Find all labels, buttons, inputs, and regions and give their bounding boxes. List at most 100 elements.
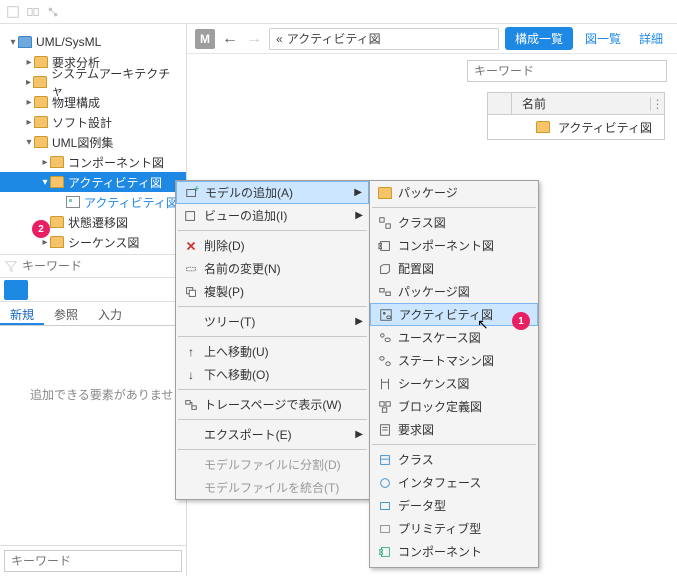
structure-list-button[interactable]: 構成一覧 [505,27,573,50]
ctx-export[interactable]: エクスポート(E)▶ [176,423,369,446]
ctx-tree[interactable]: ツリー(T)▶ [176,310,369,333]
svg-text:+: + [194,186,199,195]
ctx-add-model[interactable]: +モデルの追加(A)▶ [176,181,369,204]
sub-primitive[interactable]: プリミティブ型 [370,517,538,540]
tab-reference[interactable]: 参照 [44,302,88,325]
callout-badge-2: 2 [32,220,50,238]
crumb-prefix: « [276,32,283,46]
tree-item[interactable]: アクティビティ図 [0,192,186,212]
crumb-text: アクティビティ図 [287,30,381,47]
sub-sequence-diagram[interactable]: シーケンス図 [370,372,538,395]
tree-label: ソフト設計 [52,114,112,131]
sub-deployment-diagram[interactable]: 配置図 [370,257,538,280]
sub-component-diagram[interactable]: コンポーネント図 [370,234,538,257]
tree-item[interactable]: ▾UML図例集 [0,132,186,152]
sub-requirement-diagram[interactable]: 要求図 [370,418,538,441]
sub-package[interactable]: パッケージ [370,181,538,204]
folder-icon [536,121,550,133]
sub-package-diagram[interactable]: パッケージ図 [370,280,538,303]
tree-item-selected[interactable]: ▾ アクティビティ図 [0,172,186,192]
nav-back-icon[interactable]: ← [221,30,239,48]
diagram-icon [376,354,394,368]
tree-root[interactable]: ▾ UML/SysML [0,32,186,52]
content-search-row [187,54,677,92]
folder-icon [33,76,47,88]
expand-icon[interactable]: ▸ [24,77,34,88]
bottom-search-input[interactable] [4,550,182,572]
separator [178,306,367,307]
sub-class-diagram[interactable]: クラス図 [370,211,538,234]
tab-input[interactable]: 入力 [88,302,132,325]
ctx-move-down[interactable]: ↓下へ移動(O) [176,363,369,386]
panel-tab-icon[interactable] [4,280,28,300]
table-menu-icon[interactable]: ⋮ [650,97,664,111]
left-panel: ▾UML/SysML ▸要求分析 ▸システムアーキテクチャ ▸物理構成 ▸ソフト… [0,24,187,576]
panel-view-switch [0,278,186,302]
tree-item[interactable]: ▸シーケンス図 [0,232,186,252]
detail-button[interactable]: 詳細 [633,27,669,50]
ctx-duplicate[interactable]: 複製(P) [176,280,369,303]
submenu-arrow-icon: ▶ [355,316,363,327]
sub-statemachine-diagram[interactable]: ステートマシン図 [370,349,538,372]
ctx-move-up[interactable]: ↑上へ移動(U) [176,340,369,363]
table-header: 名前 ⋮ [488,93,664,115]
model-badge-icon: M [195,29,215,49]
expand-icon[interactable]: ▸ [40,157,50,168]
tree-item[interactable]: ▸ ソフト設計 [0,112,186,132]
ctx-add-view[interactable]: ビューの追加(I)▶ [176,204,369,227]
tool-icon[interactable] [6,5,20,19]
diagram-list-button[interactable]: 図一覧 [579,27,627,50]
tree-label: 状態遷移図 [68,214,128,231]
expand-icon[interactable]: ▸ [24,97,34,108]
top-toolbar [0,0,677,24]
ctx-delete[interactable]: 削除(D) [176,234,369,257]
sub-interface[interactable]: インタフェース [370,471,538,494]
table-row[interactable]: アクティビティ図 [488,115,664,139]
sub-usecase-diagram[interactable]: ユースケース図 [370,326,538,349]
ctx-rename[interactable]: 名前の変更(N) [176,257,369,280]
move-up-icon: ↑ [182,345,200,359]
expand-icon[interactable]: ▸ [40,237,50,248]
folder-icon [34,56,48,68]
tree-filter [0,254,186,278]
separator [178,419,367,420]
separator [178,389,367,390]
primitive-icon [376,522,394,536]
separator [372,444,536,445]
tree-item[interactable]: ▸コンポーネント図 [0,152,186,172]
expand-icon[interactable]: ▸ [24,57,34,68]
collapse-icon[interactable]: ▾ [24,137,34,148]
breadcrumb[interactable]: « アクティビティ図 [269,28,499,50]
sub-block-diagram[interactable]: ブロック定義図 [370,395,538,418]
collapse-icon[interactable]: ▾ [40,177,50,188]
diagram-icon [376,377,394,391]
sub-class[interactable]: クラス [370,448,538,471]
tree-label: UML/SysML [36,35,101,49]
diagram-icon [376,216,394,230]
delete-icon [182,239,200,253]
sub-component[interactable]: コンポーネント [370,540,538,563]
trace-icon [182,398,200,412]
expand-icon[interactable]: ▸ [24,117,34,128]
tool-icon[interactable] [26,5,40,19]
tool-icon[interactable] [46,5,60,19]
submenu-arrow-icon: ▶ [355,210,363,221]
left-tabs: 新規 参照 入力 [0,302,186,326]
tab-new[interactable]: 新規 [0,302,44,325]
table-header-name: 名前 [512,95,650,112]
add-model-icon: + [183,186,201,200]
filter-input[interactable] [22,259,182,273]
separator [178,336,367,337]
tree-item[interactable]: ▸システムアーキテクチャ [0,72,186,92]
ctx-trace-page[interactable]: トレースページで表示(W) [176,393,369,416]
header-bar: M ← → « アクティビティ図 構成一覧 図一覧 詳細 [187,24,677,54]
tree-label: アクティビティ図 [68,174,162,191]
collapse-icon[interactable]: ▾ [8,37,18,48]
table-cell: アクティビティ図 [558,119,652,136]
folder-icon [50,236,64,248]
folder-icon [34,116,48,128]
sub-datatype[interactable]: データ型 [370,494,538,517]
content-search-input[interactable] [467,60,667,82]
tree-item[interactable]: ▸状態遷移図 [0,212,186,232]
content-table: 名前 ⋮ アクティビティ図 [487,92,665,140]
